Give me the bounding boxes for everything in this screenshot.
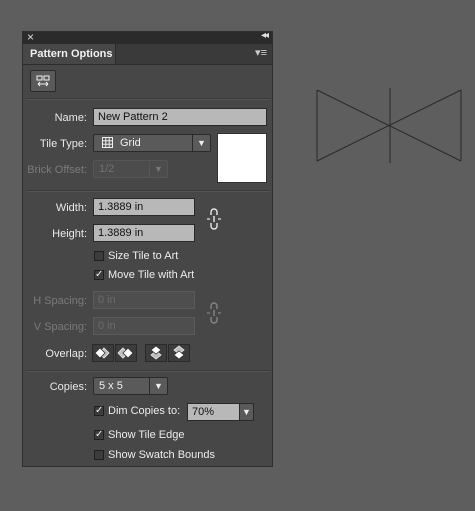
separator: [27, 190, 270, 192]
canvas-artwork: [316, 88, 462, 163]
width-field[interactable]: 1.3889 in: [93, 198, 195, 216]
pattern-options-panel: × ◂◂ Pattern Options ▾≡ Name: New Patter…: [22, 30, 273, 467]
move-tile-with-art-label: Move Tile with Art: [108, 269, 195, 281]
overlap-top-icon: [150, 345, 162, 360]
name-field[interactable]: New Pattern 2: [93, 108, 267, 126]
dim-copies-dropdown[interactable]: ▼: [239, 403, 254, 421]
chevron-down-icon: ▼: [192, 135, 210, 151]
v-spacing-label: V Spacing:: [33, 321, 87, 333]
overlap-label: Overlap:: [45, 348, 87, 360]
overlap-left-icon: [94, 347, 110, 359]
height-field[interactable]: 1.3889 in: [93, 224, 195, 242]
show-swatch-bounds-label: Show Swatch Bounds: [108, 449, 216, 461]
move-tile-with-art-checkbox[interactable]: ✓: [94, 270, 104, 280]
width-label: Width:: [55, 202, 87, 214]
chevron-down-icon: ▼: [149, 378, 167, 394]
show-tile-edge-checkbox[interactable]: ✓: [94, 430, 104, 440]
h-spacing-field[interactable]: 0 in: [93, 291, 195, 309]
tile-type-dropdown[interactable]: Grid ▼: [93, 134, 211, 152]
close-icon[interactable]: ×: [27, 30, 34, 44]
size-tile-to-art-label: Size Tile to Art: [108, 250, 179, 262]
chevron-down-icon: ▼: [242, 407, 251, 417]
brick-offset-value: 1/2: [99, 163, 115, 175]
overlap-bottom-in-front-button[interactable]: [168, 344, 190, 362]
separator: [27, 370, 270, 372]
tile-preview: [217, 133, 267, 183]
show-tile-edge-label: Show Tile Edge: [108, 429, 185, 441]
panel-tabstrip: Pattern Options ▾≡: [23, 44, 272, 65]
link-spacing-icon[interactable]: [206, 302, 222, 324]
copies-label: Copies:: [49, 381, 87, 393]
show-swatch-bounds-checkbox[interactable]: [94, 450, 104, 460]
dim-copies-field[interactable]: 70%: [187, 403, 240, 421]
checkmark-icon: ✓: [95, 269, 104, 280]
overlap-bottom-icon: [173, 345, 185, 360]
dim-copies-label: Dim Copies to:: [108, 405, 181, 417]
pattern-tile-tool-button[interactable]: [30, 70, 56, 92]
tile-type-value: Grid: [120, 137, 141, 149]
tab-pattern-options[interactable]: Pattern Options: [23, 44, 116, 64]
overlap-right-in-front-button[interactable]: [115, 344, 137, 362]
v-spacing-field[interactable]: 0 in: [93, 317, 195, 335]
brick-offset-label: Brick Offset:: [27, 164, 87, 176]
pattern-tile-tool-icon: [36, 75, 50, 87]
tile-type-label: Tile Type:: [39, 138, 87, 150]
collapse-panel-icon[interactable]: ◂◂: [261, 30, 269, 41]
panel-menu-icon[interactable]: ▾≡: [255, 46, 267, 59]
dim-copies-checkbox[interactable]: ✓: [94, 406, 104, 416]
copies-dropdown[interactable]: 5 x 5 ▼: [93, 377, 168, 395]
copies-value: 5 x 5: [99, 380, 123, 392]
separator: [27, 98, 270, 100]
overlap-right-icon: [117, 347, 134, 359]
name-label: Name:: [54, 112, 87, 124]
h-spacing-label: H Spacing:: [33, 295, 87, 307]
brick-offset-dropdown[interactable]: 1/2 ▼: [93, 160, 168, 178]
height-label: Height:: [52, 228, 87, 240]
link-proportions-icon[interactable]: [206, 208, 222, 230]
overlap-left-in-front-button[interactable]: [92, 344, 114, 362]
overlap-top-in-front-button[interactable]: [145, 344, 167, 362]
size-tile-to-art-checkbox[interactable]: [94, 251, 104, 261]
checkmark-icon: ✓: [95, 405, 104, 416]
grid-icon: [102, 137, 113, 148]
checkmark-icon: ✓: [95, 429, 104, 440]
chevron-down-icon: ▼: [149, 161, 167, 177]
